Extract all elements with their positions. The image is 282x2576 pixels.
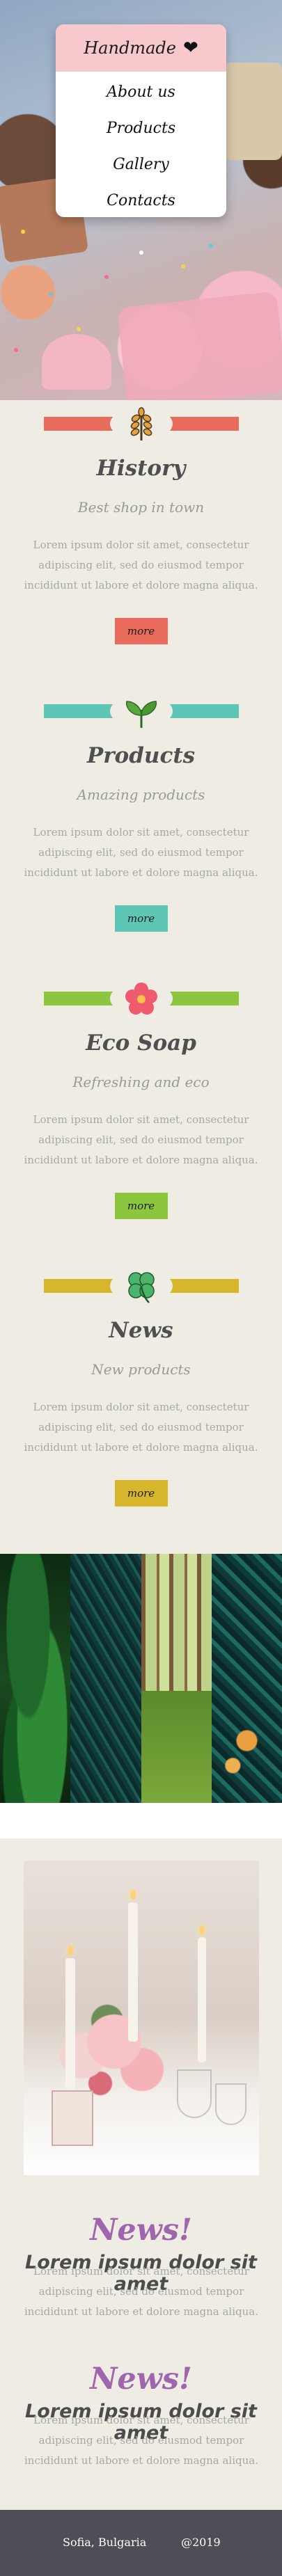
news-body: Lorem ipsum dolor sit amet, consectetur … [24,2265,259,2318]
section-title: Eco Soap [86,1031,196,1056]
section-banner [43,982,239,1015]
hero-image: Handmade ❤ About us Products Gallery Con… [0,0,282,400]
content-area: History Best shop in town Lorem ipsum do… [0,400,282,1554]
footer-location: Sofia, Bulgaria [63,2536,147,2549]
section-banner [43,694,239,728]
soap-bar [223,63,282,160]
section-banner [43,407,239,440]
footer-copyright: @2019 [181,2536,221,2549]
brand-logo[interactable]: Handmade [84,38,176,58]
section-subtitle: New products [91,1361,191,1378]
gallery-image-forest[interactable] [141,1554,212,1803]
heart-icon: ❤ [182,38,198,58]
gallery-image-leaves[interactable] [0,1554,71,1803]
candle-flame [130,1890,136,1900]
place-card [52,2090,93,2146]
wine-glass [215,2083,246,2125]
gallery-strip [0,1554,282,1803]
candle [198,1937,206,2062]
news-panel: News! Lorem ipsum dolor sit amet Lorem i… [0,1838,282,2510]
section-title: News [109,1318,173,1343]
menu-item-gallery[interactable]: Gallery [56,147,226,183]
gallery-image-pine[interactable] [70,1554,141,1803]
news-title: News! [90,2212,192,2248]
section-body: Lorem ipsum dolor sit amet, consectetur … [24,1113,258,1166]
section-body: Lorem ipsum dolor sit amet, consectetur … [24,539,258,591]
menu-item-contacts[interactable]: Contacts [56,183,226,217]
more-button[interactable]: more [114,905,168,932]
wine-glass [177,2069,212,2118]
wheat-icon [124,407,159,442]
sprinkle [181,264,185,269]
candle-flame [199,1925,205,1935]
sprinkle [104,275,109,279]
nav-menu: Handmade ❤ About us Products Gallery Con… [56,24,226,217]
section-subtitle: Refreshing and eco [72,1074,210,1090]
clover-icon [124,1269,159,1304]
section-banner [43,1269,239,1303]
sprinkle [14,348,18,352]
section-news: News New products Lorem ipsum dolor sit … [0,1269,282,1506]
sprinkle [77,327,81,331]
sprinkle [139,251,143,255]
news-body: Lorem ipsum dolor sit amet, consectetur … [24,2414,259,2467]
section-subtitle: Best shop in town [77,499,205,516]
footer: Sofia, Bulgaria @2019 [0,2510,282,2576]
section-body: Lorem ipsum dolor sit amet, consectetur … [24,1401,258,1454]
leaves-icon [124,694,159,729]
more-button[interactable]: more [114,1193,168,1219]
soap-bar [117,291,282,400]
news-photo [24,1861,259,2175]
section-title: History [96,456,186,481]
section-eco-soap: Eco Soap Refreshing and eco Lorem ipsum … [0,982,282,1219]
sprinkle [21,230,25,234]
sprinkle [49,292,53,296]
more-button[interactable]: more [114,618,168,644]
candle [65,1958,75,2090]
news-section: News! Lorem ipsum dolor sit amet Lorem i… [0,1803,282,2510]
more-button[interactable]: more [114,1480,168,1506]
sprinkle [209,244,213,248]
menu-item-products[interactable]: Products [56,111,226,147]
candle [128,1902,138,2042]
flower-icon [124,982,159,1017]
candle-flame [68,1946,73,1955]
section-products: Products Amazing products Lorem ipsum do… [0,694,282,932]
menu-header: Handmade ❤ [56,24,226,72]
news-title: News! [90,2361,192,2396]
section-title: Products [86,743,196,768]
gallery-image-pattern[interactable] [211,1554,282,1803]
section-subtitle: Amazing products [77,786,205,803]
soap-bar [42,334,111,390]
section-history: History Best shop in town Lorem ipsum do… [0,407,282,644]
section-body: Lorem ipsum dolor sit amet, consectetur … [24,826,258,879]
menu-item-about-us[interactable]: About us [56,74,226,111]
